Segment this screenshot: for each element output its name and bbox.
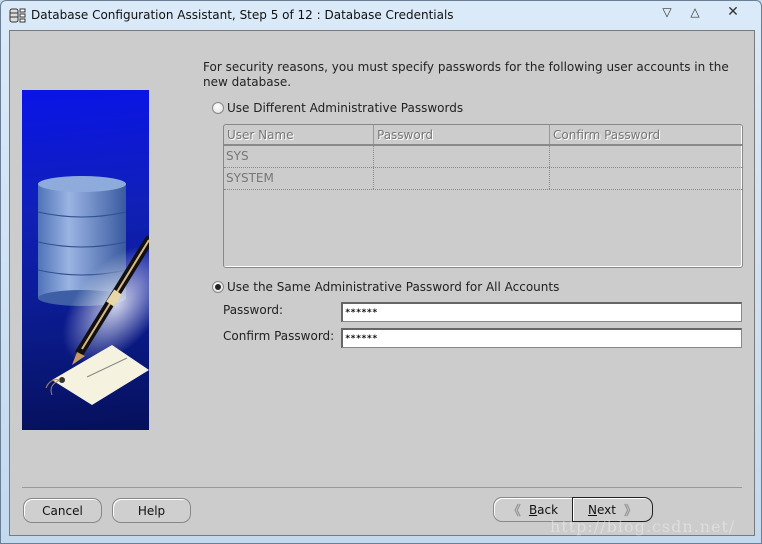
back-arrow-icon: 《: [507, 504, 521, 519]
next-label: Next: [588, 502, 616, 517]
database-illustration: [22, 90, 149, 430]
maximize-icon[interactable]: △: [681, 3, 709, 21]
dialog-window: Database Configuration Assistant, Step 5…: [0, 0, 762, 544]
radio-unchecked-icon: [212, 102, 224, 114]
column-header-user-name[interactable]: User Name: [224, 125, 374, 144]
accounts-table: User Name Password Confirm Password SYS …: [223, 124, 743, 268]
cancel-button[interactable]: Cancel: [23, 498, 102, 523]
database-app-icon: [9, 8, 26, 23]
intro-text: For security reasons, you must specify p…: [203, 60, 729, 89]
cell-user-name: SYS: [224, 146, 374, 167]
confirm-password-label: Confirm Password:: [223, 329, 335, 343]
radio-label: Use Different Administrative Passwords: [227, 101, 464, 115]
column-header-password[interactable]: Password: [374, 125, 550, 144]
dialog-content: For security reasons, you must specify p…: [9, 30, 755, 536]
cell-confirm-password: [550, 168, 738, 189]
table-row: SYS: [224, 146, 742, 168]
close-icon[interactable]: ✕: [719, 3, 747, 21]
cell-confirm-password: [550, 146, 738, 167]
cell-user-name: SYSTEM: [224, 168, 374, 189]
footer-divider: [22, 487, 742, 488]
cell-password: [374, 168, 550, 189]
table-row: SYSTEM: [224, 168, 742, 190]
confirm-password-field[interactable]: ******: [341, 328, 742, 348]
help-button[interactable]: Help: [112, 498, 191, 523]
database-pen-illustration-icon: [37, 176, 149, 405]
cell-password: [374, 146, 550, 167]
radio-label: Use the Same Administrative Password for…: [227, 280, 560, 294]
watermark-text: http://blog.csdn.net/: [550, 517, 736, 536]
use-different-passwords-radio[interactable]: Use Different Administrative Passwords: [212, 101, 463, 115]
password-label: Password:: [223, 303, 284, 317]
password-field[interactable]: ******: [341, 302, 742, 322]
minimize-icon[interactable]: ▽: [653, 3, 681, 21]
table-header: User Name Password Confirm Password: [224, 125, 742, 146]
use-same-password-radio[interactable]: Use the Same Administrative Password for…: [212, 280, 559, 294]
radio-checked-icon: [212, 281, 224, 293]
column-header-confirm-password[interactable]: Confirm Password: [550, 125, 738, 144]
back-label: Back: [528, 502, 559, 517]
title-bar[interactable]: Database Configuration Assistant, Step 5…: [1, 1, 761, 29]
window-title: Database Configuration Assistant, Step 5…: [31, 8, 454, 22]
